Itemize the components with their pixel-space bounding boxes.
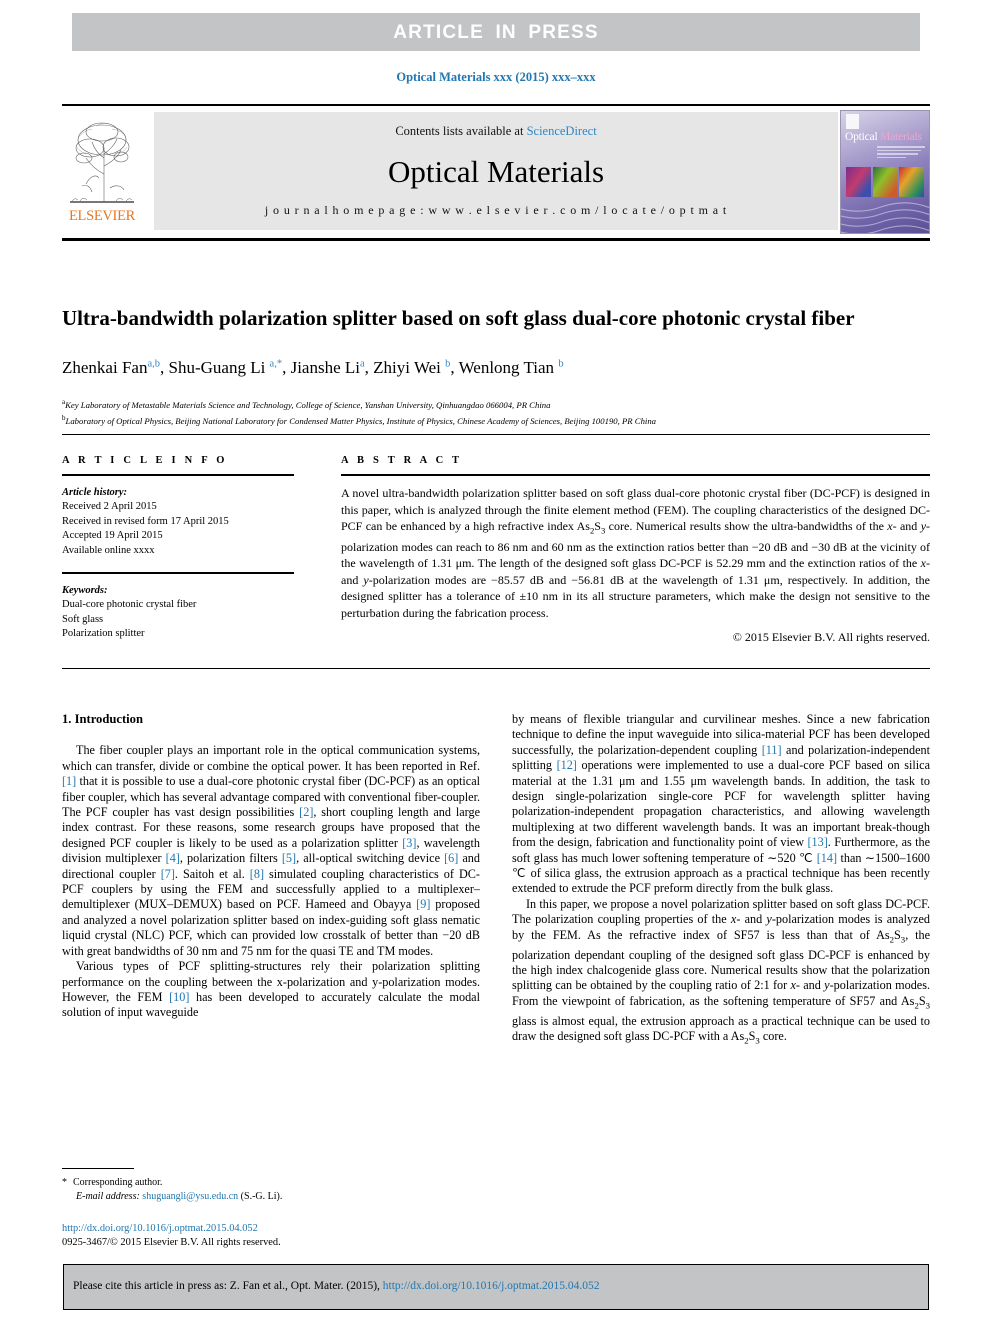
abstract-column: A B S T R A C T A novel ultra-bandwidth … bbox=[341, 455, 930, 645]
cover-image-2 bbox=[872, 167, 898, 197]
cite-doi-link[interactable]: http://dx.doi.org/10.1016/j.optmat.2015.… bbox=[383, 1280, 600, 1292]
journal-cover-thumbnail: Optical Materials bbox=[840, 110, 930, 234]
email-link[interactable]: shuguangli@ysu.edu.cn bbox=[142, 1191, 238, 1202]
email-note: E-mail address: shuguangli@ysu.edu.cn (S… bbox=[62, 1190, 480, 1204]
journal-running-head: Optical Materials xxx (2015) xxx–xxx bbox=[396, 70, 596, 84]
author-name: Zhenkai Fan bbox=[62, 358, 148, 377]
doi-block: http://dx.doi.org/10.1016/j.optmat.2015.… bbox=[62, 1222, 480, 1249]
citation-ref[interactable]: [11] bbox=[762, 743, 782, 757]
cover-elsevier-logo-icon bbox=[846, 114, 859, 129]
body-column-left: 1. Introduction The fiber coupler plays … bbox=[62, 712, 480, 1021]
keywords-lines: Dual-core photonic crystal fiber Soft gl… bbox=[62, 598, 294, 642]
cover-subtitle-lines bbox=[877, 146, 925, 160]
citation-ref[interactable]: [4] bbox=[166, 851, 180, 865]
corresponding-author-text: Corresponding author. bbox=[73, 1177, 163, 1188]
cite-prefix: Please cite this article in press as: Z.… bbox=[73, 1280, 383, 1292]
elsevier-logo: ELSEVIER bbox=[62, 112, 142, 230]
citation-ref[interactable]: [7] bbox=[161, 867, 175, 881]
masthead-center-panel: Contents lists available at ScienceDirec… bbox=[154, 112, 838, 230]
author-name: Wenlong Tian bbox=[458, 358, 559, 377]
citation-ref[interactable]: [8] bbox=[250, 867, 264, 881]
abstract-divider bbox=[341, 474, 930, 476]
journal-homepage-line[interactable]: j o u r n a l h o m e p a g e : w w w . … bbox=[154, 203, 838, 218]
cover-journal-title: Optical Materials bbox=[845, 131, 922, 143]
body-paragraph-4: In this paper, we propose a novel polari… bbox=[512, 896, 931, 1046]
masthead-bottom-rule bbox=[62, 238, 930, 241]
cover-image-strip bbox=[846, 167, 925, 197]
keyword-item: Polarization splitter bbox=[62, 628, 145, 639]
journal-masthead: ELSEVIER Contents lists available at Sci… bbox=[62, 110, 930, 234]
history-line: Available online xxxx bbox=[62, 544, 155, 556]
affiliation-item: aKey Laboratory of Metastable Materials … bbox=[62, 398, 551, 410]
abstract-block-top-rule bbox=[62, 434, 930, 435]
cite-article-text: Please cite this article in press as: Z.… bbox=[73, 1280, 599, 1292]
contents-lists-prefix: Contents lists available at bbox=[395, 124, 527, 138]
abstract-block-bottom-rule bbox=[62, 668, 930, 669]
citation-ref[interactable]: [13] bbox=[807, 835, 827, 849]
body-paragraph-3: by means of flexible triangular and curv… bbox=[512, 712, 930, 896]
article-history-lines: Received 2 April 2015 Received in revise… bbox=[62, 500, 294, 558]
page-title: Ultra-bandwidth polarization splitter ba… bbox=[62, 306, 855, 331]
footnote-rule bbox=[62, 1168, 134, 1169]
masthead-top-rule bbox=[62, 104, 930, 106]
abstract-copyright: © 2015 Elsevier B.V. All rights reserved… bbox=[732, 630, 930, 645]
author-affiliation-marker: a,b bbox=[147, 358, 160, 370]
citation-ref[interactable]: [1] bbox=[62, 774, 76, 788]
citation-ref[interactable]: [14] bbox=[817, 851, 837, 865]
citation-ref[interactable]: [12] bbox=[557, 758, 577, 772]
issn-copyright-line: 0925-3467/© 2015 Elsevier B.V. All right… bbox=[62, 1236, 281, 1248]
citation-ref[interactable]: [6] bbox=[444, 851, 458, 865]
elsevier-tree-icon bbox=[70, 122, 134, 203]
citation-ref[interactable]: [10] bbox=[169, 990, 189, 1004]
body-paragraph-2: Various types of PCF splitting-structure… bbox=[62, 959, 480, 1020]
article-in-press-banner: ARTICLE IN PRESS bbox=[72, 13, 920, 51]
article-info-column: A R T I C L E I N F O Article history: R… bbox=[62, 455, 294, 642]
section-heading-introduction: 1. Introduction bbox=[62, 712, 143, 726]
cover-image-3 bbox=[899, 167, 925, 197]
author-list: Zhenkai Fana,b, Shu-Guang Li a,*, Jiansh… bbox=[62, 358, 564, 377]
author-name: Zhiyi Wei bbox=[373, 358, 446, 377]
doi-link[interactable]: http://dx.doi.org/10.1016/j.optmat.2015.… bbox=[62, 1222, 480, 1236]
keywords-divider bbox=[62, 572, 294, 574]
author-name: Shu-Guang Li bbox=[168, 358, 270, 377]
journal-title: Optical Materials bbox=[387, 154, 605, 189]
footnote-block: * Corresponding author. E-mail address: s… bbox=[62, 1176, 480, 1204]
abstract-text: A novel ultra-bandwidth polarization spl… bbox=[341, 486, 931, 620]
email-owner: (S.-G. Li). bbox=[240, 1191, 283, 1202]
citation-ref[interactable]: [5] bbox=[282, 851, 296, 865]
history-line: Received in revised form 17 April 2015 bbox=[62, 515, 229, 527]
author-affiliation-marker: b bbox=[558, 358, 564, 370]
citation-ref[interactable]: [2] bbox=[299, 805, 313, 819]
author-affiliation-marker: a,* bbox=[269, 358, 283, 370]
affiliation-item: bLaboratory of Optical Physics, Beijing … bbox=[62, 413, 657, 426]
cover-wave-graphic bbox=[841, 202, 929, 233]
article-info-heading: A R T I C L E I N F O bbox=[62, 455, 228, 466]
author-affiliation-marker: a bbox=[360, 358, 365, 370]
author-name: Jianshe Li bbox=[290, 358, 360, 377]
article-info-divider bbox=[62, 474, 294, 476]
asterisk-icon: * bbox=[62, 1177, 67, 1188]
keyword-item: Soft glass bbox=[62, 613, 104, 625]
history-line: Received 2 April 2015 bbox=[62, 501, 157, 512]
history-line: Accepted 19 April 2015 bbox=[62, 530, 163, 541]
elsevier-wordmark: ELSEVIER bbox=[68, 208, 136, 224]
article-history-label: Article history: bbox=[62, 487, 128, 498]
author-affiliation-marker: b bbox=[445, 358, 451, 370]
body-column-right: by means of flexible triangular and curv… bbox=[512, 712, 930, 1049]
citation-ref[interactable]: [3] bbox=[402, 836, 416, 850]
abstract-heading: A B S T R A C T bbox=[341, 455, 463, 466]
email-address-label: E-mail address: bbox=[76, 1191, 140, 1202]
sciencedirect-link[interactable]: ScienceDirect bbox=[527, 124, 597, 138]
citation-ref[interactable]: [9] bbox=[416, 897, 430, 911]
keyword-item: Dual-core photonic crystal fiber bbox=[62, 599, 197, 610]
cite-article-bar: Please cite this article in press as: Z.… bbox=[63, 1264, 929, 1310]
cover-image-1 bbox=[846, 167, 871, 197]
keywords-label: Keywords: bbox=[62, 585, 108, 596]
article-in-press-label: ARTICLE IN PRESS bbox=[393, 22, 599, 43]
affiliation-list: aKey Laboratory of Metastable Materials … bbox=[62, 396, 930, 428]
contents-lists-line: Contents lists available at ScienceDirec… bbox=[154, 124, 838, 139]
body-paragraph-1: The fiber coupler plays an important rol… bbox=[62, 743, 480, 958]
corresponding-author-note: * Corresponding author. bbox=[62, 1176, 480, 1190]
